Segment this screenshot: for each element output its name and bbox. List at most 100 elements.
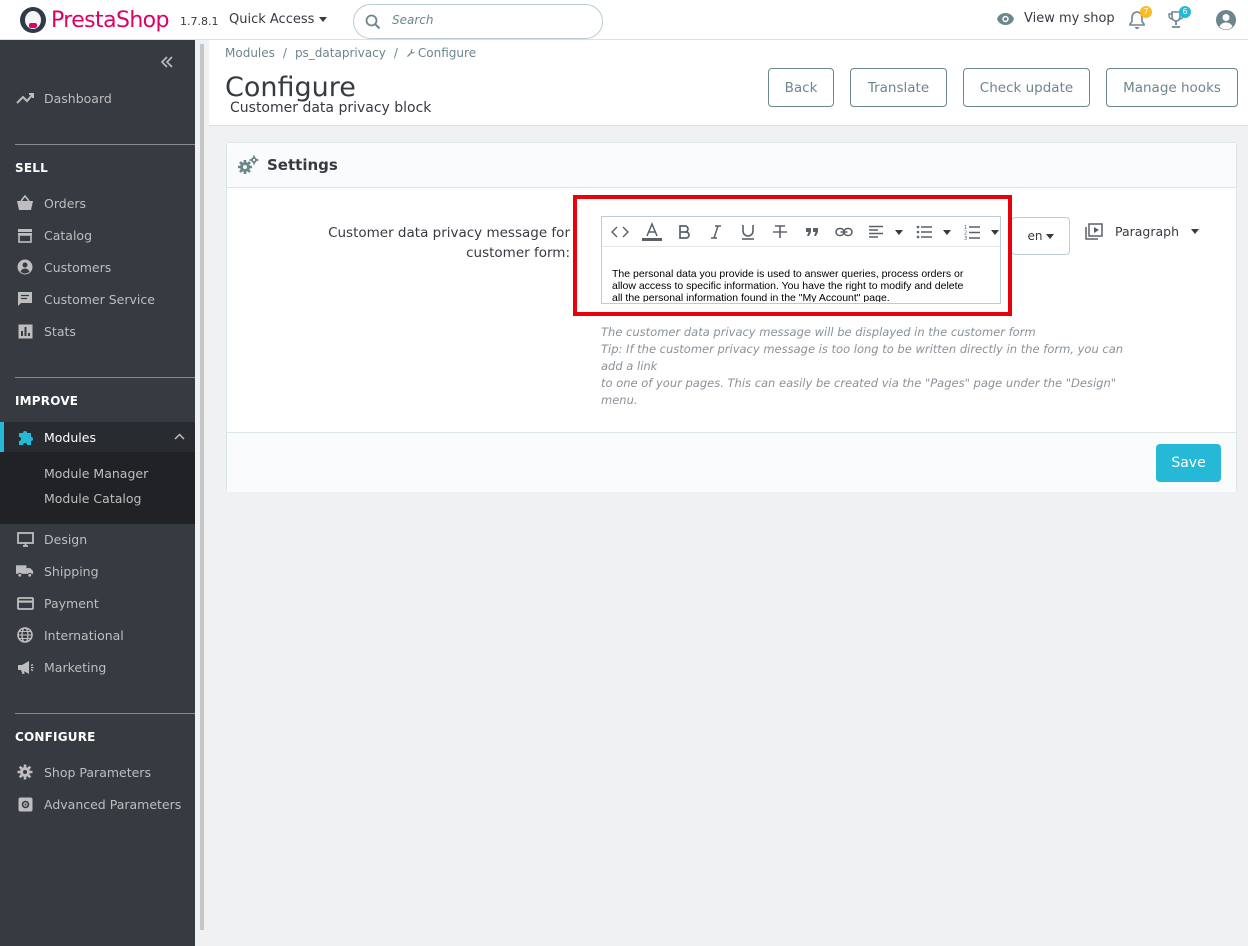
trending-up-icon [16, 89, 34, 107]
bullet-caret-icon[interactable] [943, 230, 951, 235]
scrollbar-thumb[interactable] [200, 44, 204, 930]
version-label: 1.7.8.1 [180, 15, 219, 28]
panel-title: Settings [267, 156, 338, 174]
numbered-list-icon[interactable]: 123 [961, 222, 983, 242]
sidebar-item-advanced-parameters[interactable]: Advanced Parameters [0, 790, 195, 818]
paragraph-label: Paragraph [1115, 224, 1180, 239]
check-update-button[interactable]: Check update [963, 68, 1090, 107]
breadcrumb-modules[interactable]: Modules [225, 46, 275, 60]
sidebar-label-marketing: Marketing [44, 659, 107, 675]
monitor-icon [16, 530, 34, 548]
breadcrumb-configure: Configure [406, 46, 476, 60]
account-button[interactable] [1215, 9, 1237, 35]
sidebar-label-catalog: Catalog [44, 227, 93, 243]
sidebar-item-dashboard[interactable]: Dashboard [0, 84, 195, 112]
numbered-caret-icon[interactable] [991, 230, 999, 235]
help-line-2: Tip: If the customer privacy message is … [601, 342, 1124, 373]
notifications-button[interactable]: 7 [1128, 6, 1152, 34]
bullet-list-icon[interactable] [913, 222, 935, 242]
manage-hooks-button[interactable]: Manage hooks [1106, 68, 1238, 107]
editor-line-3: all the personal information found in th… [612, 292, 890, 302]
page-subtitle: Customer data privacy block [230, 100, 432, 116]
settings-box-icon [16, 795, 34, 813]
eye-icon [997, 12, 1014, 25]
privacy-label-line-1: Customer data privacy message for [328, 225, 570, 241]
page-title: Configure [225, 72, 356, 103]
panel-footer: Save [227, 432, 1236, 492]
sidebar-label-design: Design [44, 531, 88, 547]
blockquote-icon[interactable] [801, 222, 823, 242]
sidebar-item-module-catalog[interactable]: Module Catalog [44, 491, 141, 506]
breadcrumb-module-name[interactable]: ps_dataprivacy [295, 46, 386, 60]
bold-icon[interactable] [673, 222, 695, 242]
caret-down-icon [1045, 233, 1054, 239]
sidebar-item-catalog[interactable]: Catalog [0, 221, 195, 249]
chevron-up-icon [174, 433, 185, 440]
language-label: en [1027, 229, 1043, 243]
media-gallery-icon [1085, 223, 1103, 240]
sidebar-item-marketing[interactable]: Marketing [0, 653, 195, 681]
page-header: Modules / ps_dataprivacy / Configure Con… [209, 40, 1248, 126]
back-button[interactable]: Back [768, 68, 834, 107]
sidebar-item-stats[interactable]: Stats [0, 317, 195, 345]
quick-access-dropdown[interactable]: Quick Access [229, 12, 328, 27]
sidebar-item-payment[interactable]: Payment [0, 589, 195, 617]
globe-icon [16, 626, 34, 644]
sidebar-label-international: International [44, 627, 124, 643]
sidebar-item-international[interactable]: International [0, 621, 195, 649]
collapse-sidebar-button[interactable] [160, 53, 174, 72]
link-icon[interactable] [833, 222, 855, 242]
top-header: PrestaShop 1.7.8.1 Quick Access View my … [0, 0, 1248, 40]
align-left-icon[interactable] [865, 222, 887, 242]
editor-toolbar: 123 [602, 217, 1000, 247]
sidebar-item-design[interactable]: Design [0, 525, 195, 553]
privacy-message-label: Customer data privacy message for custom… [290, 223, 570, 263]
sidebar-divider [15, 144, 195, 145]
search-input[interactable] [392, 13, 592, 27]
sidebar-label-customers: Customers [44, 259, 112, 275]
search-box[interactable] [353, 4, 603, 39]
underline-icon[interactable] [737, 222, 759, 242]
breadcrumb-configure-label: Configure [417, 46, 477, 60]
strikethrough-icon[interactable] [769, 222, 791, 242]
settings-panel: Settings Customer data privacy message f… [226, 142, 1237, 492]
paragraph-format-dropdown[interactable]: Paragraph [1085, 223, 1200, 240]
editor-content[interactable]: The personal data you provide is used to… [612, 268, 987, 302]
sidebar-scrollbar[interactable] [195, 40, 209, 946]
source-code-icon[interactable] [609, 222, 631, 242]
sidebar-item-shipping[interactable]: Shipping [0, 557, 195, 585]
sidebar-item-shop-parameters[interactable]: Shop Parameters [0, 758, 195, 786]
sidebar-item-module-manager[interactable]: Module Manager [44, 466, 148, 481]
sidebar-item-customers[interactable]: Customers [0, 253, 195, 281]
panel-heading: Settings [227, 143, 1236, 188]
sidebar-item-modules[interactable]: Modules [0, 422, 195, 452]
gear-icon [16, 763, 34, 781]
sidebar-label-shop-parameters: Shop Parameters [44, 764, 151, 780]
help-line-3: to one of your pages. This can easily be… [601, 376, 1117, 407]
language-dropdown[interactable]: en [1011, 217, 1070, 255]
sidebar-section-configure: CONFIGURE [15, 730, 96, 744]
sidebar-item-orders[interactable]: Orders [0, 189, 195, 217]
modules-submenu: Module Manager Module Catalog [0, 452, 195, 524]
italic-icon[interactable] [705, 222, 727, 242]
view-my-shop-label: View my shop [1024, 11, 1115, 26]
megaphone-icon [16, 658, 34, 676]
sidebar: Dashboard SELL Orders Catalog Customers … [0, 40, 195, 946]
prestashop-logo[interactable]: PrestaShop [20, 7, 169, 33]
breadcrumb: Modules / ps_dataprivacy / Configure [225, 46, 476, 60]
achievements-button[interactable]: 6 [1167, 6, 1191, 34]
translate-button[interactable]: Translate [850, 68, 947, 107]
caret-down-icon [319, 17, 328, 22]
notifications-badge: 7 [1140, 6, 1152, 18]
sidebar-label-shipping: Shipping [44, 563, 99, 579]
sidebar-label-stats: Stats [44, 323, 76, 339]
brand-shop: Shop [115, 7, 170, 33]
save-button[interactable]: Save [1156, 444, 1221, 482]
text-color-icon[interactable] [641, 222, 663, 242]
rich-text-editor[interactable]: 123 The personal data you provide is use… [601, 216, 1001, 304]
help-text: The customer data privacy message will b… [601, 324, 1141, 409]
sidebar-item-customer-service[interactable]: Customer Service [0, 285, 195, 313]
wrench-icon [406, 49, 415, 57]
view-my-shop-link[interactable]: View my shop [996, 11, 1115, 26]
align-caret-icon[interactable] [895, 230, 903, 235]
